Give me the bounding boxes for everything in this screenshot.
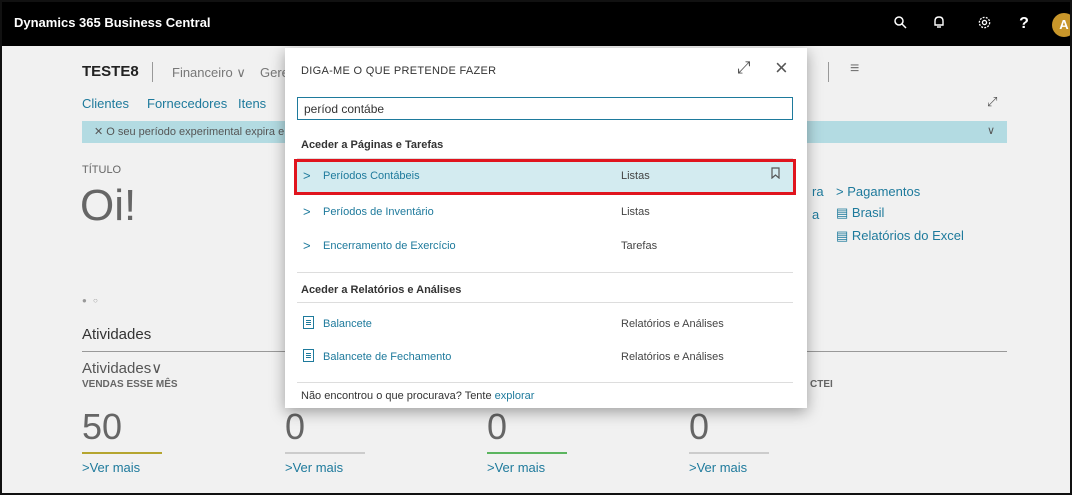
result-balancete-fechamento[interactable]: Balancete de Fechamento Relatórios e Aná… xyxy=(297,343,793,373)
search-icon[interactable] xyxy=(891,15,909,33)
kpi-bar xyxy=(285,452,365,454)
section-reports-heading: Aceder a Relatórios e Análises xyxy=(301,284,462,296)
result-periodos-contabeis[interactable]: > Períodos Contábeis Listas xyxy=(294,159,796,195)
section-divider xyxy=(297,302,793,303)
chevron-right-icon: > xyxy=(303,168,311,183)
ver-mais-label: Ver mais xyxy=(292,460,344,475)
expand-icon[interactable]: ⤢ xyxy=(987,94,997,110)
result-label: Períodos de Inventário xyxy=(323,206,434,218)
result-category: Listas xyxy=(621,170,650,182)
kpi-value[interactable]: 50 xyxy=(82,406,122,448)
avatar[interactable]: A xyxy=(1052,13,1070,37)
kpi-value[interactable]: 0 xyxy=(487,406,507,448)
kpi-value[interactable]: 0 xyxy=(285,406,305,448)
chevron-down-icon[interactable]: ∨ xyxy=(987,124,995,137)
kpi-label: VENDAS ESSE MÊS xyxy=(82,379,178,390)
result-encerramento-exercicio[interactable]: > Encerramento de Exercício Tarefas xyxy=(297,232,793,262)
section-pages-heading: Aceder a Páginas e Tarefas xyxy=(301,139,444,151)
atividades-dropdown[interactable]: Atividades∨ xyxy=(82,359,162,377)
link-pagamentos-label: Pagamentos xyxy=(847,184,921,199)
link-pagamentos[interactable]: > Pagamentos xyxy=(836,184,920,199)
ver-mais-link[interactable]: >Ver mais xyxy=(82,460,140,475)
footer-text: Não encontrou o que procurava? Tente xyxy=(301,390,495,402)
nav-financeiro-label: Financeiro xyxy=(172,65,233,80)
titulo-label: TÍTULO xyxy=(82,164,122,176)
help-icon[interactable]: ? xyxy=(1015,15,1033,33)
screen: Dynamics 365 Business Central ? A TESTE8… xyxy=(0,0,1072,495)
gear-icon[interactable] xyxy=(975,15,993,33)
carousel-dots[interactable]: ● ○ xyxy=(82,296,100,305)
section-divider xyxy=(297,158,793,159)
ver-mais-label: Ver mais xyxy=(696,460,748,475)
ver-mais-label: Ver mais xyxy=(89,460,141,475)
ver-mais-link[interactable]: >Ver mais xyxy=(689,460,747,475)
kpi-value[interactable]: 0 xyxy=(689,406,709,448)
report-icon xyxy=(303,349,314,362)
menu-icon[interactable]: ≡ xyxy=(850,60,859,78)
ver-mais-link[interactable]: >Ver mais xyxy=(487,460,545,475)
link-relatorios-excel-label: Relatórios do Excel xyxy=(851,228,964,243)
result-category: Relatórios e Análises xyxy=(621,351,724,363)
nav-divider xyxy=(152,62,153,82)
top-bar: Dynamics 365 Business Central ? A xyxy=(2,2,1070,46)
partial-link-a[interactable]: a xyxy=(812,207,819,222)
subnav-fornecedores[interactable]: Fornecedores xyxy=(147,96,227,111)
result-category: Listas xyxy=(621,206,650,218)
app-title[interactable]: Dynamics 365 Business Central xyxy=(14,15,211,30)
link-relatorios-excel[interactable]: ▤ Relatórios do Excel xyxy=(836,228,964,244)
ver-mais-link[interactable]: >Ver mais xyxy=(285,460,343,475)
nav-divider-right xyxy=(828,62,829,82)
expand-icon[interactable]: ⤢ xyxy=(737,58,751,78)
dialog-title: DIGA-ME O QUE PRETENDE FAZER xyxy=(301,65,497,77)
subnav-clientes[interactable]: Clientes xyxy=(82,96,129,111)
result-label: Períodos Contábeis xyxy=(323,170,420,182)
kpi-bar xyxy=(82,452,162,454)
result-label: Balancete xyxy=(323,318,372,330)
bell-icon[interactable] xyxy=(930,15,948,33)
greeting: Oi! xyxy=(80,181,137,230)
result-periodos-inventario[interactable]: > Períodos de Inventário Listas xyxy=(297,198,793,228)
subnav-itens[interactable]: Itens xyxy=(238,96,266,111)
chevron-right-icon: > xyxy=(303,238,311,253)
atividades-dropdown-label: Atividades xyxy=(82,360,152,377)
result-balancete[interactable]: Balancete Relatórios e Análises xyxy=(297,310,793,340)
kpi-bar xyxy=(689,452,769,454)
close-icon[interactable]: × xyxy=(775,55,788,81)
tell-me-dialog: DIGA-ME O QUE PRETENDE FAZER ⤢ × Aceder … xyxy=(285,48,807,408)
kpi-bar xyxy=(487,452,567,454)
section-divider xyxy=(297,272,793,273)
partial-link-ra[interactable]: ra xyxy=(812,184,824,199)
atividades-heading: Atividades xyxy=(82,326,152,343)
kpi-label: CTEI xyxy=(810,379,833,390)
search-input[interactable] xyxy=(297,97,793,120)
company-name[interactable]: TESTE8 xyxy=(82,63,139,80)
link-brasil[interactable]: ▤ Brasil xyxy=(836,205,884,221)
result-category: Relatórios e Análises xyxy=(621,318,724,330)
result-category: Tarefas xyxy=(621,240,658,252)
trial-banner-text: ✕ O seu período experimental expira e xyxy=(94,126,285,138)
explorar-link[interactable]: explorar xyxy=(495,390,535,402)
footer-divider xyxy=(297,382,793,383)
result-label: Encerramento de Exercício xyxy=(323,240,456,252)
link-brasil-label: Brasil xyxy=(851,205,885,220)
ver-mais-label: Ver mais xyxy=(494,460,546,475)
chevron-right-icon: > xyxy=(303,204,311,219)
bookmark-icon[interactable] xyxy=(771,167,780,182)
nav-financeiro[interactable]: Financeiro ∨ xyxy=(172,65,246,81)
result-label: Balancete de Fechamento xyxy=(323,351,452,363)
dialog-footer: Não encontrou o que procurava? Tente exp… xyxy=(301,390,534,402)
report-icon xyxy=(303,316,314,329)
